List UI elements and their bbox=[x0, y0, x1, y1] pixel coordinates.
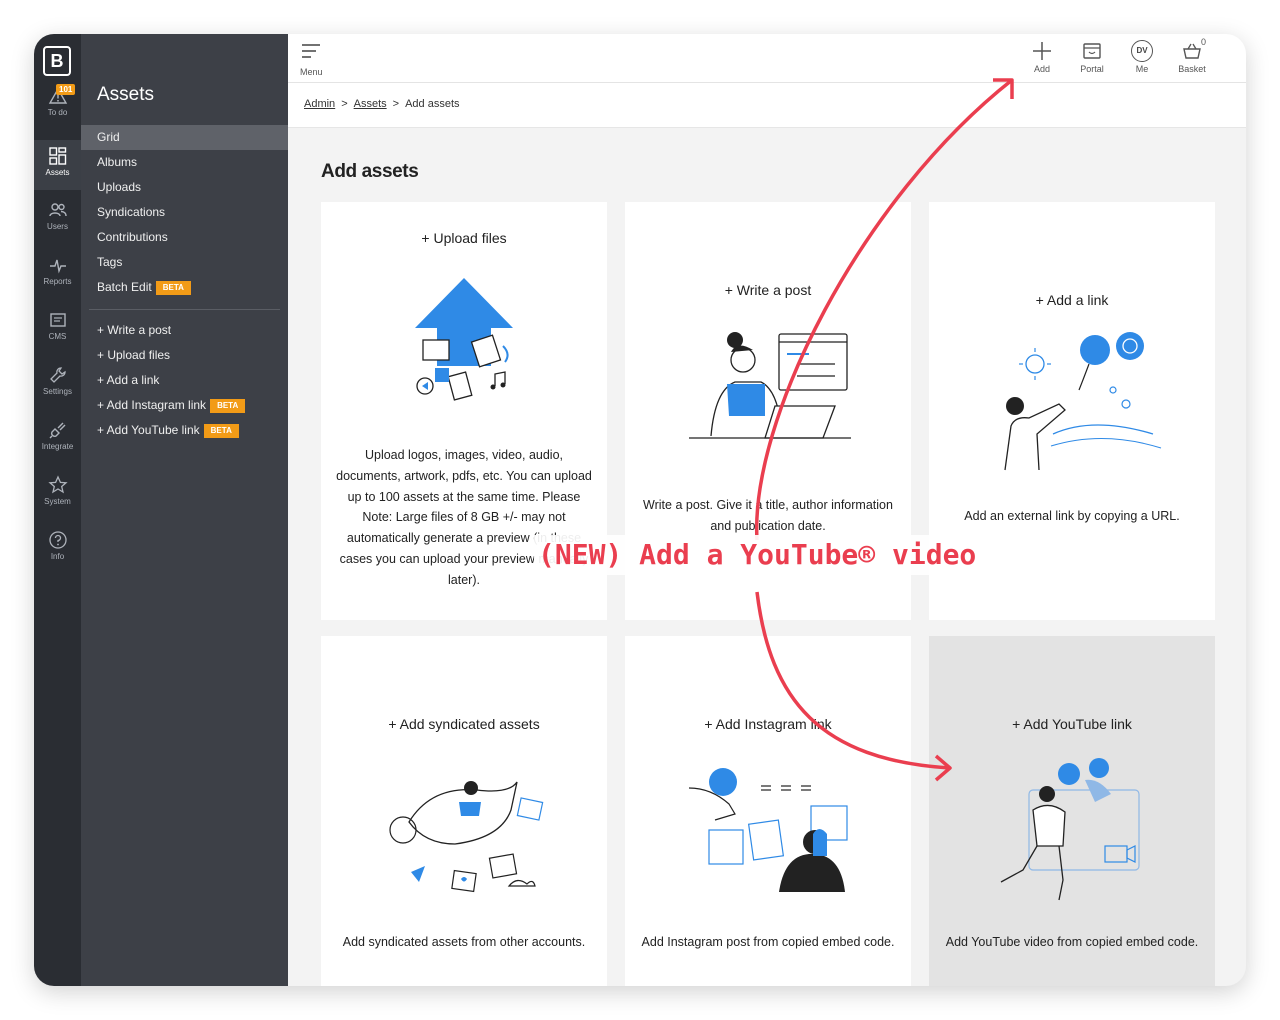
breadcrumb-assets[interactable]: Assets bbox=[354, 98, 387, 110]
card-title: + Upload files bbox=[421, 230, 507, 246]
me-label: Me bbox=[1135, 64, 1149, 74]
beta-badge: BETA bbox=[203, 423, 239, 438]
grid-icon bbox=[48, 147, 66, 165]
rail-label: System bbox=[44, 497, 71, 506]
rail-item-integrate[interactable]: Integrate bbox=[34, 420, 81, 470]
upload-illustration-icon bbox=[415, 278, 513, 401]
sidebar-action-upload-files[interactable]: + Upload files bbox=[81, 343, 288, 368]
sidebar-item-contributions[interactable]: Contributions bbox=[81, 225, 288, 250]
instagram-illustration-icon bbox=[688, 768, 848, 892]
rail-item-settings[interactable]: Settings bbox=[34, 365, 81, 415]
todo-count-badge: 101 bbox=[56, 84, 76, 95]
card-description: Add YouTube video from copied embed code… bbox=[945, 935, 1199, 949]
write-post-illustration-icon bbox=[689, 332, 851, 439]
sidebar-divider bbox=[89, 309, 280, 310]
rail-item-cms[interactable]: CMS bbox=[34, 310, 81, 360]
sidebar: Assets Grid Albums Uploads Syndications … bbox=[81, 34, 288, 986]
sidebar-item-label: + Add Instagram link bbox=[97, 398, 207, 412]
rail-item-assets[interactable]: Assets bbox=[34, 140, 81, 190]
rail-item-users[interactable]: Users bbox=[34, 200, 81, 250]
card-title: + Add Instagram link bbox=[704, 716, 832, 732]
rail-label: Reports bbox=[43, 277, 72, 286]
app-window: B 101 To do Assets Users Reports CMS Set… bbox=[34, 34, 1246, 986]
rail-item-reports[interactable]: Reports bbox=[34, 255, 81, 305]
breadcrumb-separator: > bbox=[341, 98, 348, 110]
portal-icon bbox=[1083, 43, 1101, 59]
sidebar-item-syndications[interactable]: Syndications bbox=[81, 200, 288, 225]
breadcrumb-current: Add assets bbox=[405, 98, 460, 110]
add-link-illustration-icon bbox=[1004, 332, 1162, 471]
icon-rail: B 101 To do Assets Users Reports CMS Set… bbox=[34, 34, 81, 986]
rail-label: Integrate bbox=[41, 442, 74, 451]
breadcrumb: Admin > Assets > Add assets bbox=[304, 98, 460, 110]
rail-item-info[interactable]: Info bbox=[34, 530, 81, 580]
sidebar-item-batch-edit[interactable]: Batch Edit BETA bbox=[81, 275, 288, 300]
wrench-icon bbox=[49, 367, 66, 383]
rail-label: Assets bbox=[45, 168, 70, 177]
sidebar-item-uploads[interactable]: Uploads bbox=[81, 175, 288, 200]
breadcrumb-bar: Admin > Assets > Add assets bbox=[288, 83, 1246, 128]
app-logo[interactable]: B bbox=[43, 46, 71, 76]
beta-badge: BETA bbox=[155, 280, 191, 295]
card-add-youtube[interactable]: + Add YouTube link Add YouTube video fro… bbox=[929, 636, 1215, 986]
card-title: + Add syndicated assets bbox=[388, 716, 540, 732]
portal-button[interactable]: Portal bbox=[1072, 40, 1112, 74]
menu-label: Menu bbox=[300, 67, 323, 77]
sidebar-action-add-youtube[interactable]: + Add YouTube link BETA bbox=[81, 418, 288, 443]
card-title: + Add a link bbox=[1035, 292, 1109, 308]
youtube-illustration-icon bbox=[1000, 758, 1140, 901]
users-icon bbox=[48, 203, 67, 217]
card-title: + Write a post bbox=[724, 282, 812, 298]
sidebar-item-albums[interactable]: Albums bbox=[81, 150, 288, 175]
basket-button[interactable]: 0 Basket bbox=[1172, 37, 1212, 74]
rail-label: Info bbox=[50, 552, 65, 561]
sidebar-action-add-link[interactable]: + Add a link bbox=[81, 368, 288, 393]
annotation-label: (NEW) Add a YouTube® video bbox=[534, 535, 981, 575]
syndicated-illustration-icon bbox=[389, 781, 544, 893]
beta-badge: BETA bbox=[210, 398, 246, 413]
portal-label: Portal bbox=[1080, 64, 1104, 74]
add-label: Add bbox=[1033, 64, 1050, 74]
avatar: DV bbox=[1131, 40, 1153, 62]
rail-label: Settings bbox=[43, 387, 72, 396]
card-description: Write a post. Give it a title, author in… bbox=[643, 498, 893, 533]
basket-count: 0 bbox=[1200, 37, 1206, 47]
sidebar-item-label: + Add YouTube link bbox=[97, 423, 200, 437]
plus-icon bbox=[1033, 42, 1051, 60]
page-title: Add assets bbox=[321, 161, 419, 182]
breadcrumb-separator: > bbox=[392, 98, 400, 110]
rail-label: To do bbox=[47, 108, 68, 117]
sidebar-item-tags[interactable]: Tags bbox=[81, 250, 288, 275]
menu-button[interactable]: Menu bbox=[300, 42, 323, 77]
sidebar-item-grid[interactable]: Grid bbox=[81, 125, 288, 150]
top-bar: Menu Add Portal DV Me 0 Basket bbox=[288, 34, 1246, 83]
card-description: Add Instagram post from copied embed cod… bbox=[641, 935, 895, 949]
edit-icon bbox=[49, 313, 66, 327]
sidebar-item-label: Batch Edit bbox=[97, 280, 152, 294]
card-description: Add syndicated assets from other account… bbox=[342, 935, 586, 949]
sidebar-nav: Grid Albums Uploads Syndications Contrib… bbox=[81, 125, 288, 443]
rail-item-system[interactable]: System bbox=[34, 475, 81, 525]
card-description: Add an external link by copying a URL. bbox=[964, 509, 1180, 523]
breadcrumb-admin[interactable]: Admin bbox=[304, 98, 335, 110]
rail-label: CMS bbox=[48, 332, 67, 341]
basket-icon bbox=[1183, 43, 1201, 59]
basket-label: Basket bbox=[1178, 64, 1206, 74]
hamburger-icon bbox=[302, 44, 321, 58]
me-button[interactable]: DV Me bbox=[1122, 40, 1162, 74]
card-title: + Add YouTube link bbox=[1012, 716, 1132, 732]
rail-item-todo[interactable]: 101 To do bbox=[34, 84, 81, 136]
star-icon bbox=[47, 475, 68, 494]
add-button[interactable]: Add bbox=[1022, 40, 1062, 74]
question-icon bbox=[48, 531, 67, 549]
rail-label: Users bbox=[47, 222, 68, 231]
sidebar-action-add-instagram[interactable]: + Add Instagram link BETA bbox=[81, 393, 288, 418]
plug-icon bbox=[49, 422, 65, 439]
sidebar-title: Assets bbox=[97, 84, 155, 105]
sidebar-action-write-post[interactable]: + Write a post bbox=[81, 318, 288, 343]
card-add-syndicated[interactable]: + Add syndicated assets Add syndicated a… bbox=[321, 636, 607, 986]
card-add-instagram[interactable]: + Add Instagram link Add Instagram post … bbox=[625, 636, 911, 986]
pulse-icon bbox=[49, 259, 66, 274]
